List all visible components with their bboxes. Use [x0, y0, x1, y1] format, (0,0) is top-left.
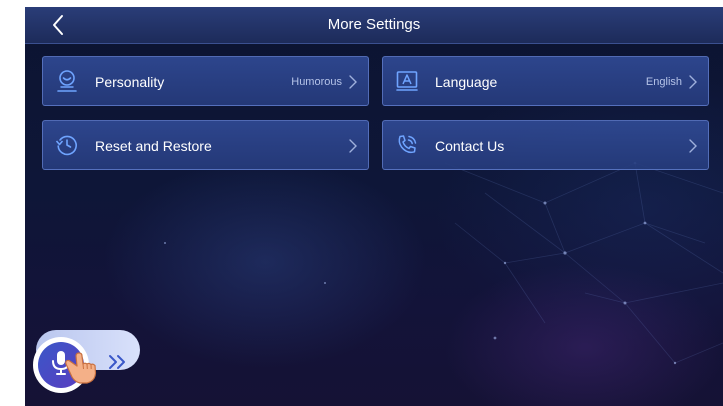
personality-label: Personality	[95, 74, 165, 90]
face-outline-icon	[57, 70, 77, 92]
title-bar: More Settings	[25, 7, 723, 44]
tap-hand-icon	[65, 352, 97, 384]
chevron-right-icon	[689, 139, 697, 153]
reset-restore-setting[interactable]: Reset and Restore	[42, 120, 369, 170]
contact-us-label: Contact Us	[435, 138, 505, 154]
language-value: English	[645, 76, 682, 88]
chevron-right-icon	[349, 75, 357, 89]
phone-call-icon	[398, 135, 417, 154]
page-title: More Settings	[327, 16, 421, 33]
double-chevron-right-icon	[109, 355, 125, 369]
chevron-right-icon	[349, 139, 357, 153]
letter-a-box-icon	[396, 71, 418, 91]
personality-value: Humorous	[291, 76, 342, 88]
chevron-right-icon	[689, 75, 697, 89]
personality-setting[interactable]: Personality Humorous	[42, 56, 369, 106]
contact-us-setting[interactable]: Contact Us	[382, 120, 709, 170]
history-clock-icon	[55, 135, 77, 156]
language-label: Language	[435, 74, 498, 90]
language-setting[interactable]: Language English	[382, 56, 709, 106]
reset-restore-label: Reset and Restore	[95, 138, 212, 154]
